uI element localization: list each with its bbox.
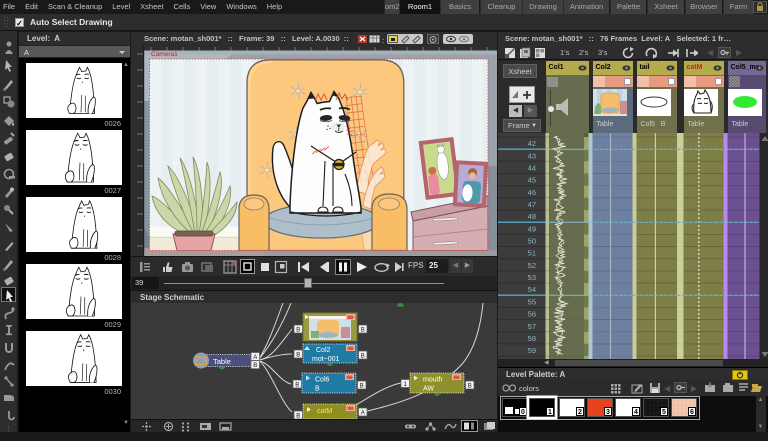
svg-text:AW: AW [423, 386, 434, 393]
svg-text:59: 59 [528, 346, 536, 355]
svg-text:Camera1: Camera1 [151, 51, 178, 58]
svg-text:B: B [295, 382, 299, 388]
svg-text:B: B [361, 327, 365, 333]
svg-text:B: B [296, 352, 300, 358]
svg-text:47: 47 [528, 200, 536, 209]
svg-text:49: 49 [528, 224, 536, 233]
svg-text:B: B [361, 353, 365, 359]
svg-text:56: 56 [528, 310, 536, 319]
svg-text:catM: catM [317, 408, 332, 415]
svg-text:Col2: Col2 [316, 347, 331, 354]
svg-text:42: 42 [528, 139, 536, 148]
svg-text:53: 53 [528, 273, 536, 282]
svg-text:48: 48 [528, 212, 536, 221]
svg-text:55: 55 [528, 297, 536, 306]
svg-text:mot~001: mot~001 [312, 356, 340, 363]
svg-text:A: A [253, 355, 257, 361]
svg-text:Col6: Col6 [315, 377, 330, 384]
svg-text:B: B [296, 327, 300, 333]
svg-text:58: 58 [528, 334, 536, 343]
svg-text:57: 57 [528, 322, 536, 331]
svg-text:Table: Table [213, 357, 231, 366]
svg-text:A: A [361, 410, 365, 416]
svg-text:mouth: mouth [423, 377, 443, 384]
svg-text:46: 46 [528, 188, 536, 197]
svg-text:B: B [315, 386, 320, 393]
svg-text:52: 52 [528, 261, 536, 270]
svg-text:B: B [360, 383, 364, 389]
svg-text:43: 43 [528, 151, 536, 160]
svg-text:45: 45 [528, 176, 536, 185]
svg-text:51: 51 [528, 249, 536, 258]
svg-text:B: B [468, 383, 472, 389]
svg-text:50: 50 [528, 237, 536, 246]
svg-text:B: B [253, 363, 257, 369]
svg-text:44: 44 [528, 164, 536, 173]
svg-text:54: 54 [528, 285, 536, 294]
